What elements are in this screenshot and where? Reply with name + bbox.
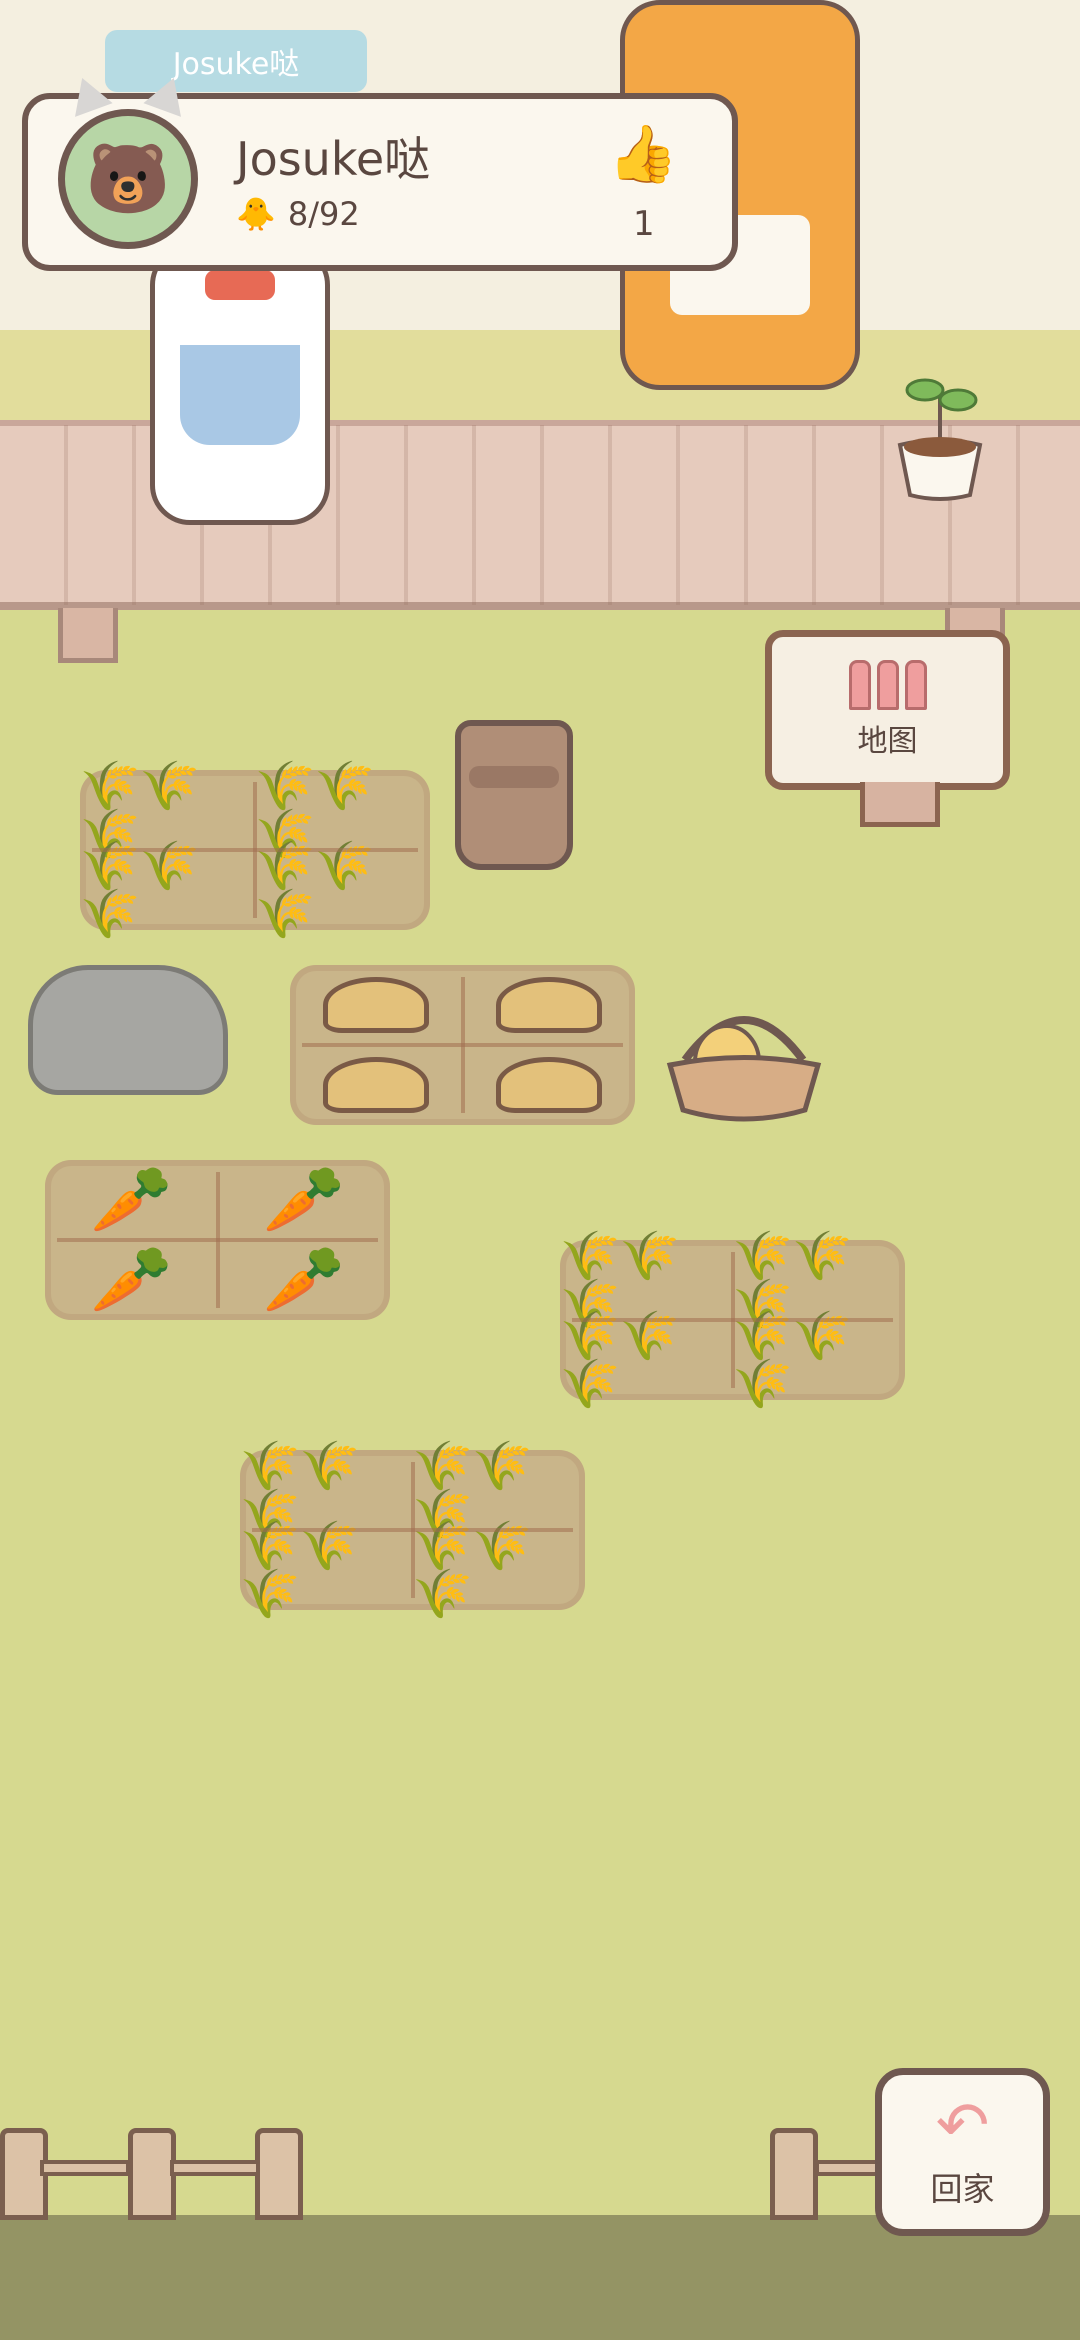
wheat-plot-3[interactable]: 🌾🌾🌾 🌾🌾🌾 🌾🌾🌾 🌾🌾🌾 (240, 1442, 586, 1618)
wheat-plot-1[interactable]: 🌾🌾🌾 🌾🌾🌾 🌾🌾🌾 🌾🌾🌾 (80, 762, 430, 938)
coin-counter: 🐥 8/92 (236, 195, 360, 233)
go-home-label: 回家 (930, 2170, 995, 2208)
potato-cell[interactable] (463, 1045, 636, 1125)
potato-plot[interactable] (290, 965, 635, 1125)
map-sign-post (860, 782, 940, 827)
potted-sprout[interactable] (890, 365, 990, 505)
carrot-plot[interactable]: 🥕 🥕 🥕 🥕 (45, 1160, 390, 1320)
player-profile-card[interactable]: 🐻 Josuke哒 🐥 8/92 👍 1 (22, 71, 738, 271)
coin-text: 8/92 (287, 195, 360, 233)
egg-basket[interactable] (665, 990, 823, 1125)
like-count: 1 (633, 204, 655, 244)
skirt (180, 345, 300, 445)
water-bucket[interactable] (455, 720, 573, 870)
potato-cell[interactable] (290, 1045, 463, 1125)
sailor-girl-character[interactable] (150, 245, 330, 525)
wheat-cell[interactable]: 🌾🌾🌾 (240, 1522, 413, 1618)
thumbs-up-icon[interactable]: 👍 (608, 121, 678, 187)
neck-ribbon (205, 270, 275, 300)
fence-rail (170, 2160, 260, 2176)
carrot-cell[interactable]: 🥕 (218, 1160, 391, 1240)
wheat-cell[interactable]: 🌾🌾🌾 (413, 1522, 586, 1618)
coin-icon: 🐥 (236, 195, 276, 233)
player-name: Josuke哒 (236, 132, 431, 186)
fence-log (770, 2128, 818, 2220)
wheat-cell[interactable]: 🌾🌾🌾 (80, 842, 255, 938)
fence-rail (40, 2160, 130, 2176)
return-arrow-icon: ↶ (935, 2089, 990, 2163)
wheat-cell[interactable]: 🌾🌾🌾 (560, 1312, 733, 1408)
go-home-button[interactable]: ↶ 回家 (875, 2068, 1050, 2236)
wheat-plot-2[interactable]: 🌾🌾🌾 🌾🌾🌾 🌾🌾🌾 🌾🌾🌾 (560, 1232, 906, 1408)
fence-log (128, 2128, 176, 2220)
deck-post (58, 608, 118, 663)
carrot-cell[interactable]: 🥕 (45, 1160, 218, 1240)
avatar-cat-icon[interactable]: 🐻 (58, 109, 198, 249)
wheat-cell[interactable]: 🌾🌾🌾 (255, 842, 430, 938)
fence-log (255, 2128, 303, 2220)
player-name-tag: Josuke哒 (105, 30, 367, 92)
carrot-cell[interactable]: 🥕 (45, 1240, 218, 1320)
rock[interactable] (28, 965, 228, 1095)
bucket-water (469, 766, 559, 788)
fence-rail (815, 2160, 880, 2176)
potato-cell[interactable] (463, 965, 636, 1045)
map-sign-label: 地图 (857, 724, 918, 759)
potato-cell[interactable] (290, 965, 463, 1045)
carrot-cell[interactable]: 🥕 (218, 1240, 391, 1320)
map-icon (848, 660, 927, 710)
wheat-cell[interactable]: 🌾🌾🌾 (733, 1312, 906, 1408)
map-sign-button[interactable]: 地图 (765, 630, 1010, 790)
